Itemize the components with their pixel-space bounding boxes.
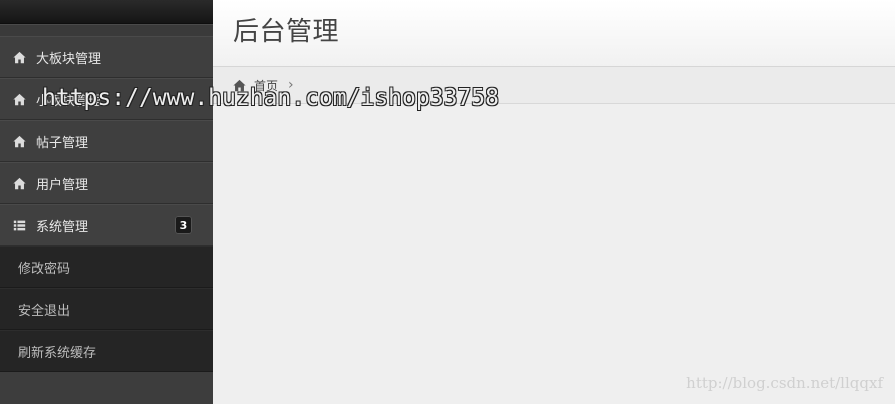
sidebar-item-post-management[interactable]: 帖子管理 <box>0 120 213 162</box>
submenu-item-logout[interactable]: 安全退出 <box>0 288 213 330</box>
sidebar-item-system-management[interactable]: 系统管理 3 <box>0 204 213 246</box>
home-icon <box>233 79 246 92</box>
submenu-item-refresh-cache[interactable]: 刷新系统缓存 <box>0 330 213 372</box>
submenu-item-change-password[interactable]: 修改密码 <box>0 246 213 288</box>
home-icon <box>0 177 36 190</box>
sidebar-item-label: 小板块管理 <box>36 93 102 109</box>
home-icon <box>0 51 36 64</box>
sidebar-item-subboard-management[interactable]: 小板块管理 <box>0 78 213 120</box>
sidebar-item-label: 大板块管理 <box>36 51 102 67</box>
sidebar-item-user-management[interactable]: 用户管理 <box>0 162 213 204</box>
count-badge: 3 <box>175 216 192 234</box>
breadcrumb-home-link[interactable]: 首页 <box>254 77 278 94</box>
sidebar-item-board-management[interactable]: 大板块管理 <box>0 36 213 78</box>
breadcrumb: 首页 › <box>213 67 895 104</box>
system-submenu: 修改密码 安全退出 刷新系统缓存 <box>0 246 213 372</box>
sidebar: 大板块管理 小板块管理 帖子管理 用户管理 系统管理 3 修改密码 安全退出 刷… <box>0 0 213 404</box>
main-content: 后台管理 首页 › <box>213 0 895 404</box>
sidebar-item-label: 系统管理 <box>36 219 89 235</box>
list-icon <box>0 219 36 232</box>
page-header: 后台管理 <box>213 0 895 67</box>
sidebar-item-label: 用户管理 <box>36 177 89 193</box>
sidebar-item-label: 帖子管理 <box>36 135 89 151</box>
sidebar-spacer <box>0 24 213 36</box>
sidebar-top-bar <box>0 0 213 24</box>
chevron-right-icon: › <box>288 77 294 93</box>
home-icon <box>0 135 36 148</box>
page-title: 后台管理 <box>233 17 340 47</box>
home-icon <box>0 93 36 106</box>
app-window: 大板块管理 小板块管理 帖子管理 用户管理 系统管理 3 修改密码 安全退出 刷… <box>0 0 895 404</box>
